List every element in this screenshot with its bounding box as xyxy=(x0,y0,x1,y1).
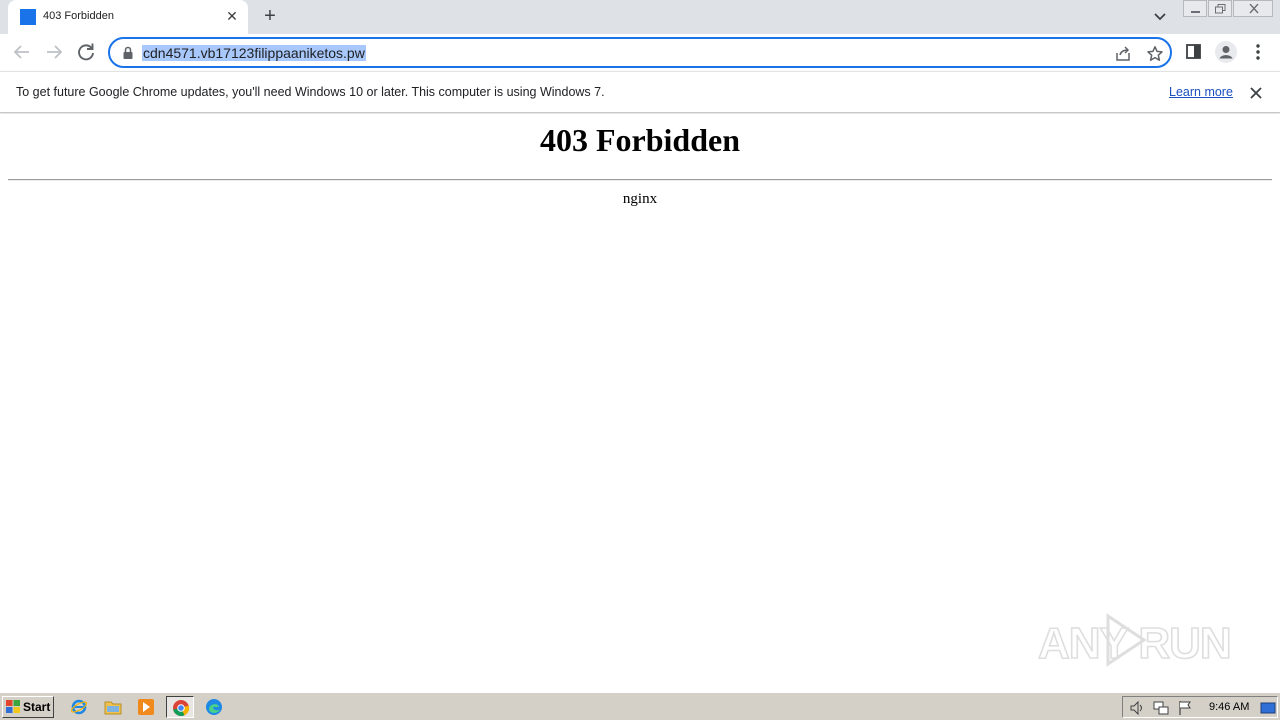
folder-icon xyxy=(104,701,122,715)
network-icon[interactable] xyxy=(1153,700,1169,716)
start-button[interactable]: Start xyxy=(2,696,54,718)
back-arrow-icon xyxy=(13,45,29,59)
tab-strip: 403 Forbidden ✕ + xyxy=(0,0,1280,34)
start-label: Start xyxy=(23,700,51,714)
share-icon[interactable] xyxy=(1114,45,1132,63)
page-title: 403 Forbidden xyxy=(539,122,741,158)
show-desktop-icon[interactable] xyxy=(1260,700,1276,716)
tab-search-icon[interactable] xyxy=(1150,8,1170,26)
edge-icon xyxy=(206,699,222,715)
lock-icon[interactable] xyxy=(122,46,134,60)
taskbar-clock[interactable]: 9:46 AM xyxy=(1209,701,1249,713)
page-content: 403 Forbidden nginx ANY RUN xyxy=(0,114,1280,692)
forward-button[interactable] xyxy=(42,40,66,64)
tab-close-icon[interactable]: ✕ xyxy=(224,8,240,24)
chrome-icon xyxy=(173,700,190,716)
restore-button[interactable] xyxy=(1208,0,1232,17)
taskbar-edge[interactable] xyxy=(200,696,228,718)
system-tray: 9:46 AM xyxy=(1122,696,1278,718)
url-text[interactable]: cdn4571.vb17123filippaaniketos.pw xyxy=(142,45,366,61)
divider xyxy=(8,179,1272,181)
address-bar[interactable]: cdn4571.vb17123filippaaniketos.pw xyxy=(108,37,1172,68)
internet-explorer-icon xyxy=(70,699,88,715)
back-button[interactable] xyxy=(10,40,34,64)
watermark-text: ANY RUN xyxy=(1038,619,1231,668)
browser-toolbar: cdn4571.vb17123filippaaniketos.pw xyxy=(0,34,1280,71)
volume-icon[interactable] xyxy=(1129,700,1145,716)
forward-arrow-icon xyxy=(47,45,63,59)
minimize-button[interactable] xyxy=(1183,0,1207,17)
reload-button[interactable] xyxy=(74,40,98,64)
update-infobar: To get future Google Chrome updates, you… xyxy=(0,71,1280,113)
side-panel-icon[interactable] xyxy=(1182,40,1206,64)
infobar-message: To get future Google Chrome updates, you… xyxy=(16,85,605,99)
server-signature: nginx xyxy=(622,191,658,207)
menu-kebab-icon[interactable] xyxy=(1246,40,1270,64)
profile-avatar[interactable] xyxy=(1214,40,1238,64)
favicon-icon xyxy=(20,9,36,25)
infobar-close-icon[interactable] xyxy=(1247,84,1265,102)
new-tab-button[interactable]: + xyxy=(258,5,282,29)
close-window-button[interactable] xyxy=(1233,0,1273,17)
reload-icon xyxy=(78,43,94,61)
bookmark-star-icon[interactable] xyxy=(1146,45,1164,63)
anyrun-watermark: ANY RUN xyxy=(1036,608,1236,672)
windows-logo-icon xyxy=(6,700,20,713)
browser-window: 403 Forbidden ✕ + cdn4571.vb17123filippa… xyxy=(0,0,1280,720)
action-center-flag-icon[interactable] xyxy=(1177,700,1193,716)
tab-title: 403 Forbidden xyxy=(43,10,114,22)
taskbar-ie[interactable] xyxy=(65,696,93,718)
tab-active[interactable]: 403 Forbidden ✕ xyxy=(8,0,248,34)
learn-more-link[interactable]: Learn more xyxy=(1169,85,1233,99)
windows-taskbar: Start 9:46 AM xyxy=(0,692,1280,720)
taskbar-chrome[interactable] xyxy=(166,696,194,718)
media-player-icon xyxy=(138,699,154,715)
taskbar-explorer[interactable] xyxy=(99,696,127,718)
taskbar-media-player[interactable] xyxy=(132,696,160,718)
